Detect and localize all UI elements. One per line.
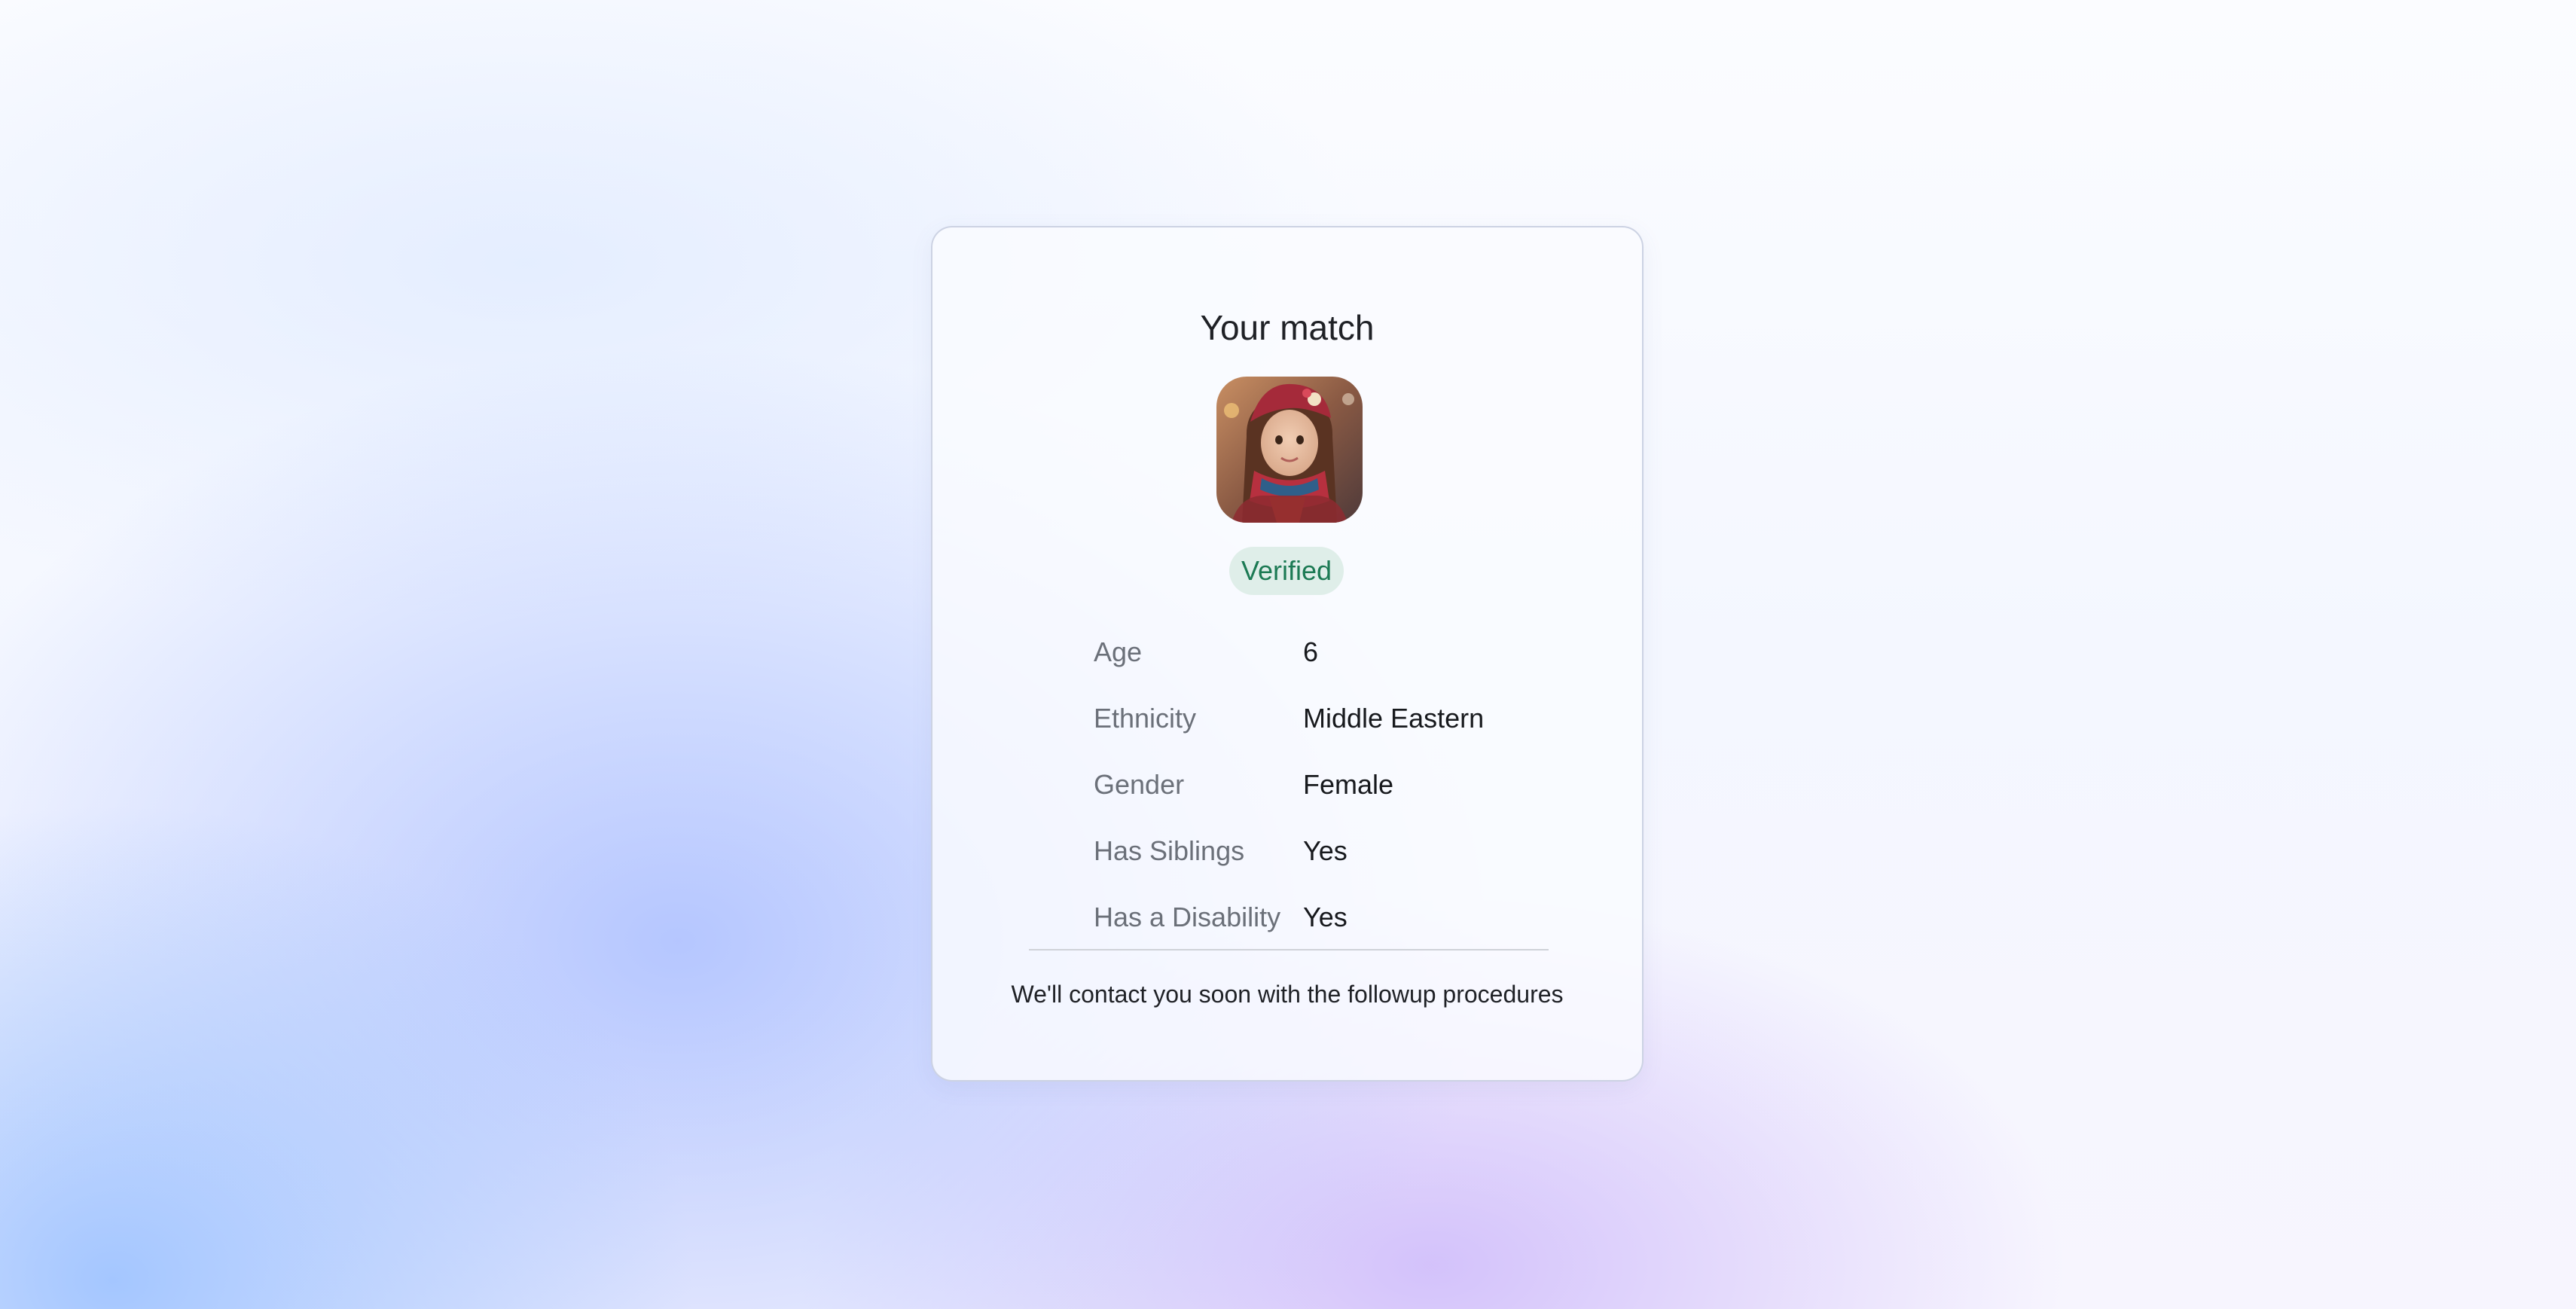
detail-label: Ethnicity (1094, 703, 1197, 734)
card-title: Your match (1200, 308, 1375, 347)
details-list: Age 6 Ethnicity Middle Eastern Gender Fe… (1094, 619, 1546, 950)
followup-message: We'll contact you soon with the followup… (1011, 981, 1564, 1008)
match-card: Your match Verified Age 6 Ethnicity Midd… (931, 226, 1644, 1082)
divider (1029, 949, 1549, 950)
detail-row-gender: Gender Female (1094, 752, 1546, 818)
page: Your match Verified Age 6 Ethnicity Midd… (0, 0, 2576, 1309)
detail-label: Has Siblings (1094, 835, 1245, 866)
detail-value: Yes (1303, 835, 1348, 866)
detail-value: 6 (1303, 636, 1319, 667)
detail-label: Has a Disability (1094, 902, 1281, 932)
verified-badge: Verified (1229, 547, 1344, 595)
match-avatar-photo (1216, 377, 1363, 523)
detail-row-siblings: Has Siblings Yes (1094, 818, 1546, 884)
detail-row-age: Age 6 (1094, 619, 1546, 685)
bottom-shade (264, 1271, 2312, 1309)
detail-value: Middle Eastern (1303, 703, 1485, 734)
detail-row-disability: Has a Disability Yes (1094, 884, 1546, 950)
detail-label: Gender (1094, 769, 1185, 800)
detail-value: Yes (1303, 902, 1348, 932)
detail-label: Age (1094, 636, 1143, 667)
detail-row-ethnicity: Ethnicity Middle Eastern (1094, 685, 1546, 752)
detail-value: Female (1303, 769, 1394, 800)
